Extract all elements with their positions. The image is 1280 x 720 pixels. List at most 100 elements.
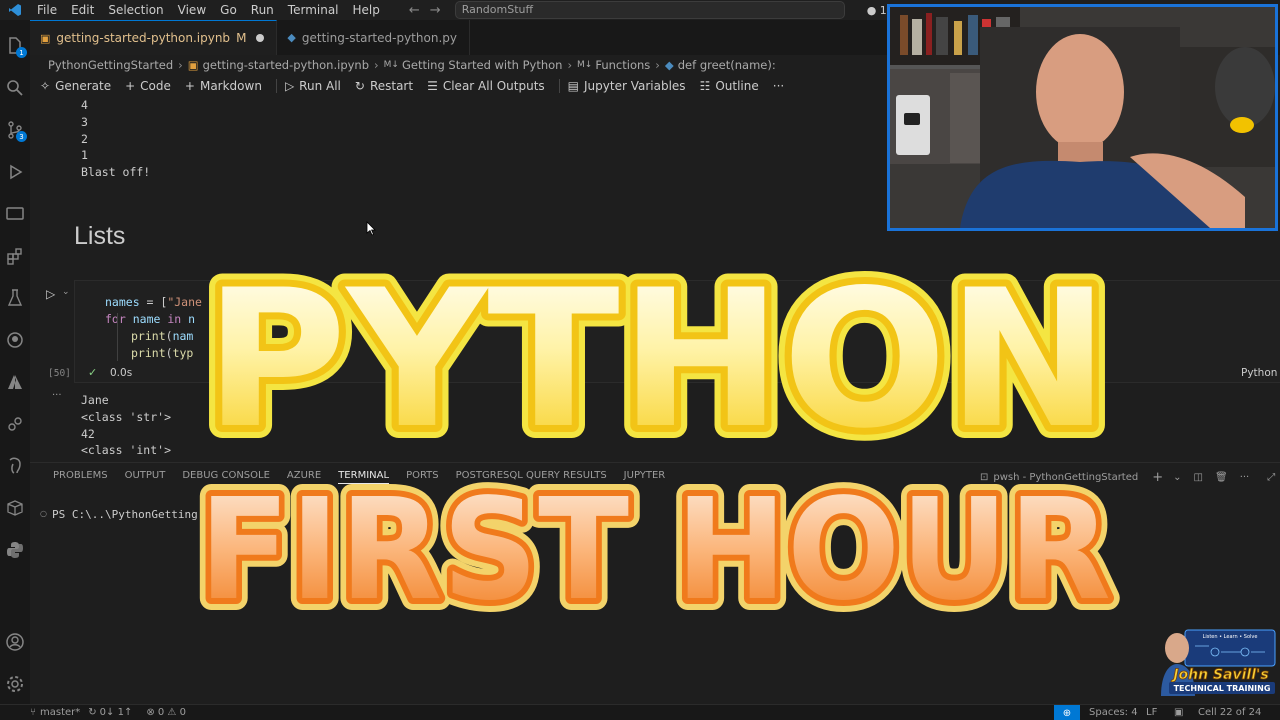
code-line-3: print(nam <box>131 329 194 343</box>
forward-arrow-icon[interactable]: → <box>430 3 441 18</box>
container-icon[interactable] <box>3 496 27 520</box>
menu-selection[interactable]: Selection <box>101 3 170 17</box>
menu-edit[interactable]: Edit <box>64 3 101 17</box>
unsaved-dot-icon[interactable] <box>256 34 265 42</box>
git-sync-status[interactable]: 0↓ 1↑ <box>100 707 133 718</box>
menu-file[interactable]: File <box>30 3 64 17</box>
command-center-search[interactable]: RandomStuff <box>454 1 845 19</box>
back-arrow-icon[interactable]: ← <box>409 3 420 18</box>
more-actions-icon[interactable]: ··· <box>1240 472 1250 483</box>
john-savill-logo: Listen • Learn • Solve John Savill's TEC… <box>1161 629 1276 696</box>
add-code-cell-button[interactable]: + Code <box>125 79 171 93</box>
cell-output: Jane <class 'str'> 42 <class 'int'> <box>81 392 171 459</box>
outline-button[interactable]: ☷ Outline <box>700 79 759 93</box>
split-terminal-icon[interactable]: ◫ <box>1194 472 1203 483</box>
menu-run[interactable]: Run <box>244 3 281 17</box>
markdown-icon: M↓ <box>577 60 593 70</box>
notebook-file-icon: ▣ <box>40 31 51 45</box>
notebook-file-icon: ▣ <box>187 58 199 72</box>
add-markdown-cell-button[interactable]: + Markdown <box>185 79 262 93</box>
execution-duration: 0.0s <box>110 367 133 379</box>
panel-divider <box>30 462 1280 463</box>
extensions-icon[interactable] <box>3 244 27 268</box>
remote-explorer-icon[interactable] <box>3 202 27 226</box>
clear-all-outputs-button[interactable]: ☰ Clear All Outputs <box>427 79 545 93</box>
generate-label: Generate <box>55 79 112 93</box>
restart-label: Restart <box>369 79 414 93</box>
problems-count[interactable]: ⊗ 0 ⚠ 0 <box>146 707 186 718</box>
menu-help[interactable]: Help <box>346 3 387 17</box>
notification-indicator[interactable]: ● 1 <box>867 4 887 17</box>
tab-notebook-label: getting-started-python.ipynb <box>56 31 231 45</box>
logo-subtitle: TECHNICAL TRAINING <box>1174 684 1271 693</box>
docker-icon[interactable] <box>3 412 27 436</box>
tab-modified-status: M <box>236 31 247 45</box>
code-line-4: print(typ <box>131 346 194 360</box>
cell-language[interactable]: Python <box>1241 367 1277 379</box>
jupyter-variables-button[interactable]: ▤ Jupyter Variables <box>568 79 686 93</box>
presenter-video-frame <box>890 7 1275 228</box>
clear-all-icon: ☰ <box>427 79 438 93</box>
trash-icon[interactable]: 🗑 <box>1215 472 1228 483</box>
previous-cell-output: 4 3 2 1 Blast off! <box>81 97 150 181</box>
restart-button[interactable]: ↻ Restart <box>355 79 413 93</box>
breadcrumb-folder[interactable]: PythonGettingStarted <box>48 58 173 72</box>
testing-icon[interactable] <box>3 286 27 310</box>
breadcrumb-symbol[interactable]: def greet(name): <box>678 58 776 72</box>
more-actions-button[interactable]: ··· <box>773 79 784 93</box>
account-icon[interactable] <box>3 630 27 654</box>
source-control-icon[interactable]: 3 <box>3 118 27 142</box>
git-branch[interactable]: master* <box>40 707 80 718</box>
chevron-down-icon[interactable]: ⌄ <box>1173 472 1181 483</box>
cell-position[interactable]: Cell 22 of 24 <box>1198 707 1261 718</box>
breadcrumb-file[interactable]: getting-started-python.ipynb <box>203 58 369 72</box>
github-icon[interactable] <box>3 328 27 352</box>
run-debug-icon[interactable] <box>3 160 27 184</box>
logo-tagline: Listen • Learn • Solve <box>1203 634 1258 640</box>
output-actions-icon[interactable]: ··· <box>52 390 62 401</box>
zoom-icon[interactable]: ⊕ <box>1054 705 1080 720</box>
output-line: 3 <box>81 114 88 129</box>
first-hour-fill: FIRST HOUR <box>199 470 1111 620</box>
indentation-setting[interactable]: Spaces: 4 <box>1089 707 1138 718</box>
restart-icon: ↻ <box>354 79 365 93</box>
breadcrumb-subsection[interactable]: Functions <box>595 58 650 72</box>
settings-gear-icon[interactable] <box>3 672 27 696</box>
python-title-text: PYTHON PYTHON PYTHON <box>195 245 1120 455</box>
tab-notebook[interactable]: ▣ getting-started-python.ipynb M <box>30 20 278 55</box>
run-all-button[interactable]: ▷ Run All <box>285 79 341 93</box>
maximize-panel-icon[interactable]: ⤢ <box>1267 472 1275 483</box>
output-line: Blast off! <box>81 165 151 180</box>
notebook-toolbar: ✧ Generate + Code + Markdown ▷ Run All ↻ Rest… <box>40 76 798 96</box>
explorer-badge: 1 <box>16 47 27 58</box>
markdown-heading: Lists <box>74 222 126 250</box>
code-line-2: for name in n <box>105 312 196 326</box>
indent-guide <box>117 313 118 361</box>
run-all-label: Run All <box>299 79 341 93</box>
tab-output[interactable]: OUTPUT <box>125 470 166 484</box>
chevron-right-icon: › <box>178 58 183 72</box>
outline-icon: ☷ <box>699 79 711 93</box>
postgresql-icon[interactable] <box>3 454 27 478</box>
generate-button[interactable]: ✧ Generate <box>40 79 111 93</box>
tab-problems[interactable]: PROBLEMS <box>53 470 108 484</box>
azure-icon[interactable] <box>3 370 27 394</box>
menu-view[interactable]: View <box>171 3 213 17</box>
explorer-icon[interactable]: 1 <box>3 34 27 58</box>
terminal-prompt[interactable]: PS C:\..\PythonGetting <box>52 508 198 521</box>
outline-label: Outline <box>715 79 759 93</box>
run-cell-button[interactable]: ▷ <box>46 287 55 301</box>
branch-icon: ⑂ <box>30 707 36 718</box>
menu-terminal[interactable]: Terminal <box>281 3 346 17</box>
new-terminal-icon[interactable]: + <box>1152 470 1163 485</box>
first-hour-title-text: FIRST HOUR FIRST HOUR FIRST HOUR <box>190 470 1120 620</box>
breadcrumb-section[interactable]: Getting Started with Python <box>402 58 562 72</box>
output-line: 1 <box>81 148 88 163</box>
menu-go[interactable]: Go <box>213 3 244 17</box>
python-icon[interactable] <box>3 538 27 562</box>
tab-python-file[interactable]: ◆ getting-started-python.py <box>277 20 470 55</box>
search-icon[interactable] <box>3 76 27 100</box>
line-ending[interactable]: LF <box>1146 707 1157 718</box>
output-line: 4 <box>81 98 88 112</box>
chevron-down-icon[interactable]: ⌄ <box>62 287 70 297</box>
